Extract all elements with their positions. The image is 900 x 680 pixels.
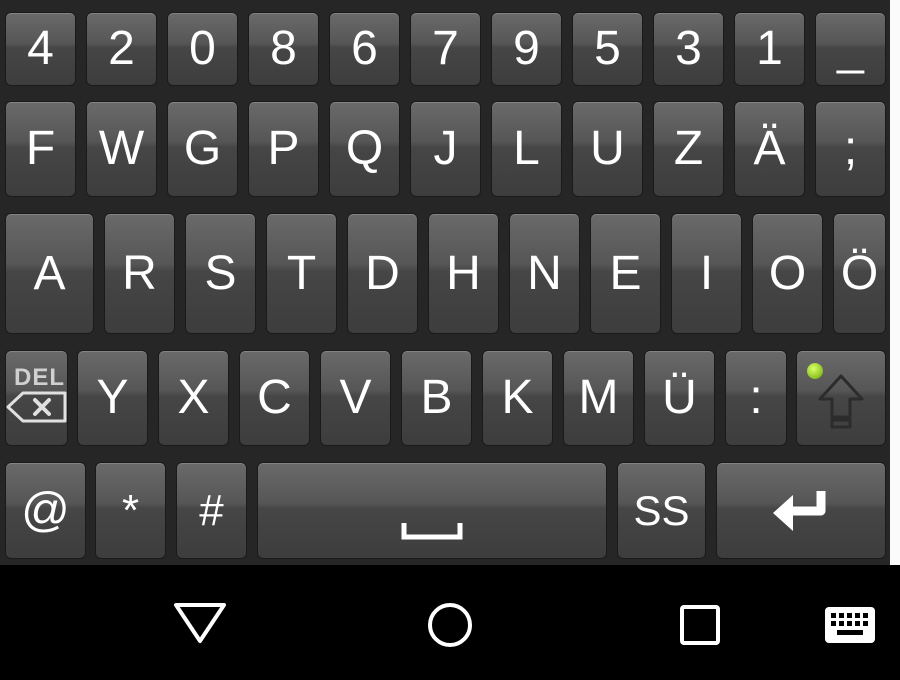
shift-indicator-light bbox=[807, 363, 823, 379]
shift-arrow-icon bbox=[818, 374, 864, 429]
key-b[interactable]: B bbox=[401, 350, 472, 446]
key-o[interactable]: O bbox=[752, 213, 823, 334]
key-y[interactable]: Y bbox=[77, 350, 148, 446]
key-7[interactable]: 7 bbox=[410, 12, 481, 86]
key-r[interactable]: R bbox=[104, 213, 175, 334]
key-c[interactable]: C bbox=[239, 350, 310, 446]
back-button[interactable] bbox=[160, 583, 240, 663]
home-button[interactable] bbox=[410, 585, 490, 665]
key-f[interactable]: F bbox=[5, 101, 76, 197]
key-0[interactable]: 0 bbox=[167, 12, 238, 86]
key-n[interactable]: N bbox=[509, 213, 580, 334]
key-p[interactable]: P bbox=[248, 101, 319, 197]
space-bar-icon bbox=[401, 522, 463, 539]
key-3[interactable]: 3 bbox=[653, 12, 724, 86]
key-z[interactable]: Z bbox=[653, 101, 724, 197]
key-j[interactable]: J bbox=[410, 101, 481, 197]
key-v[interactable]: V bbox=[320, 350, 391, 446]
home-circle-icon bbox=[428, 603, 472, 647]
key-g[interactable]: G bbox=[167, 101, 238, 197]
key-underscore[interactable]: _ bbox=[815, 12, 886, 86]
key-w[interactable]: W bbox=[86, 101, 157, 197]
key-x[interactable]: X bbox=[158, 350, 229, 446]
bottom-row: @ * # SS bbox=[0, 462, 890, 559]
key-asterisk[interactable]: * bbox=[95, 462, 166, 559]
space-key[interactable] bbox=[257, 462, 607, 559]
soft-keyboard: 4 2 0 8 6 7 9 5 3 1 _ F W G P Q J L U Z … bbox=[0, 0, 890, 565]
key-a-umlaut[interactable]: Ä bbox=[734, 101, 805, 197]
key-2[interactable]: 2 bbox=[86, 12, 157, 86]
enter-key[interactable] bbox=[716, 462, 886, 559]
enter-arrow-icon bbox=[773, 490, 826, 531]
key-d[interactable]: D bbox=[347, 213, 418, 334]
key-h[interactable]: H bbox=[428, 213, 499, 334]
back-triangle-icon bbox=[174, 603, 226, 643]
keyboard-icon bbox=[825, 607, 875, 643]
letter-row-2: A R S T D H N E I O Ö bbox=[0, 213, 890, 334]
letter-row-3: DEL Y X C V B K M Ü : bbox=[0, 350, 890, 446]
delete-key[interactable]: DEL bbox=[5, 350, 68, 446]
key-u[interactable]: U bbox=[572, 101, 643, 197]
key-semicolon[interactable]: ; bbox=[815, 101, 886, 197]
key-i[interactable]: I bbox=[671, 213, 742, 334]
key-u-umlaut[interactable]: Ü bbox=[644, 350, 715, 446]
key-t[interactable]: T bbox=[266, 213, 337, 334]
key-colon[interactable]: : bbox=[725, 350, 787, 446]
backspace-icon bbox=[6, 391, 67, 423]
key-o-umlaut[interactable]: Ö bbox=[833, 213, 886, 334]
key-l[interactable]: L bbox=[491, 101, 562, 197]
key-at[interactable]: @ bbox=[5, 462, 86, 559]
key-s[interactable]: S bbox=[185, 213, 256, 334]
key-6[interactable]: 6 bbox=[329, 12, 400, 86]
key-9[interactable]: 9 bbox=[491, 12, 562, 86]
key-e[interactable]: E bbox=[590, 213, 661, 334]
recents-button[interactable] bbox=[660, 585, 740, 665]
keyboard-switch-button[interactable] bbox=[818, 595, 882, 655]
key-q[interactable]: Q bbox=[329, 101, 400, 197]
key-1[interactable]: 1 bbox=[734, 12, 805, 86]
key-k[interactable]: K bbox=[482, 350, 553, 446]
key-hash[interactable]: # bbox=[176, 462, 247, 559]
recents-square-icon bbox=[680, 605, 720, 645]
key-a[interactable]: A bbox=[5, 213, 94, 334]
key-ss[interactable]: SS bbox=[617, 462, 706, 559]
key-8[interactable]: 8 bbox=[248, 12, 319, 86]
key-5[interactable]: 5 bbox=[572, 12, 643, 86]
delete-label: DEL bbox=[14, 364, 65, 391]
navigation-bar bbox=[0, 565, 900, 680]
edge-strip bbox=[890, 0, 900, 565]
number-row: 4 2 0 8 6 7 9 5 3 1 _ bbox=[0, 12, 890, 86]
letter-row-1: F W G P Q J L U Z Ä ; bbox=[0, 101, 890, 197]
shift-key[interactable] bbox=[796, 350, 886, 446]
key-m[interactable]: M bbox=[563, 350, 634, 446]
key-4[interactable]: 4 bbox=[5, 12, 76, 86]
